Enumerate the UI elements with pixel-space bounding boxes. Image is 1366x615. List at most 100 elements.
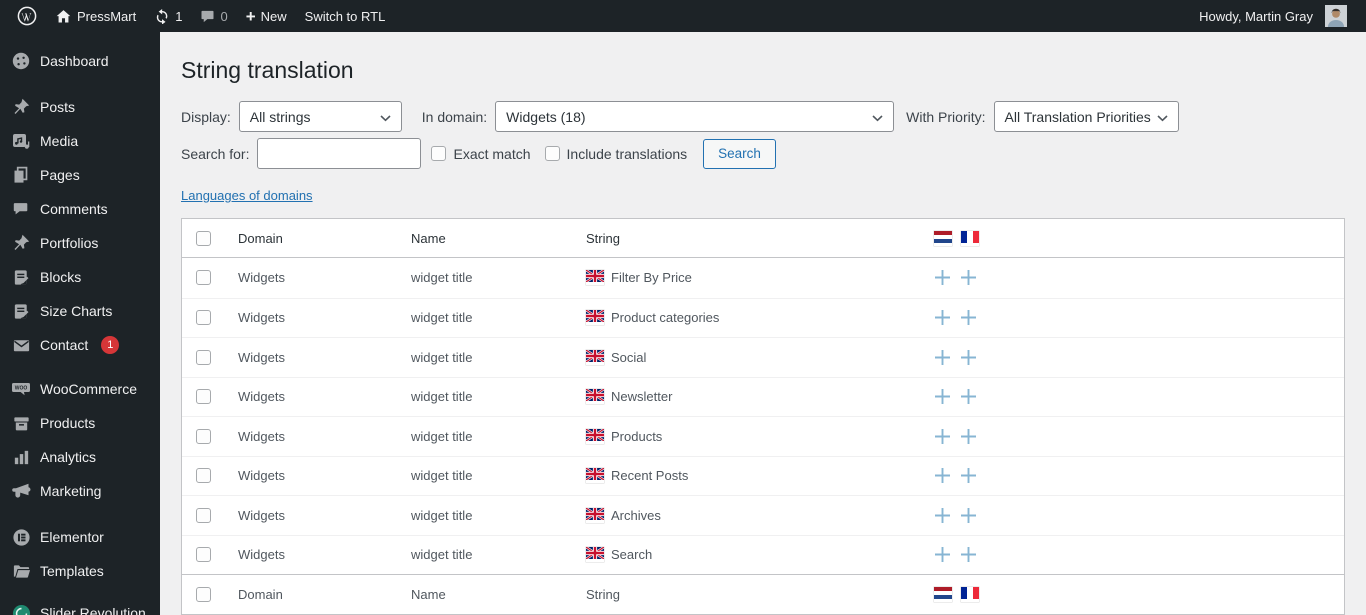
sidebar-item-contact[interactable]: Contact 1 [0,328,160,362]
select-all-checkbox-bottom[interactable] [196,587,211,602]
sidebar-item-marketing[interactable]: Marketing [0,474,160,508]
languages-of-domains-link[interactable]: Languages of domains [181,188,313,203]
admin-sidebar: Dashboard Posts Media Pages Comments Por… [0,32,160,615]
add-nl-translation-button[interactable] [934,546,951,563]
sidebar-item-dashboard[interactable]: Dashboard [0,44,160,78]
row-checkbox[interactable] [196,349,211,365]
add-fr-translation-button[interactable] [960,546,977,563]
add-nl-translation-button[interactable] [934,269,951,286]
add-nl-translation-button[interactable] [934,309,951,326]
netherlands-flag-icon [934,231,952,246]
add-fr-translation-button[interactable] [960,428,977,445]
chevron-down-icon [872,109,883,125]
wordpress-logo-menu[interactable] [8,0,46,32]
uk-flag-icon [586,547,604,562]
sidebar-item-elementor[interactable]: Elementor [0,520,160,554]
add-fr-translation-button[interactable] [960,388,977,405]
sidebar-item-posts[interactable]: Posts [0,90,160,124]
sidebar-item-label: WooCommerce [40,381,137,397]
filter-row-1: Display: All strings In domain: Widgets … [181,101,1345,132]
add-fr-translation-button[interactable] [960,309,977,326]
with-priority-select-value: All Translation Priorities [1004,108,1151,125]
search-input[interactable] [257,138,422,169]
row-checkbox[interactable] [196,389,211,405]
comment-bubble-icon [11,199,31,219]
in-domain-select[interactable]: Widgets (18) [495,101,895,132]
page-title: String translation [181,57,354,83]
in-domain-select-value: Widgets (18) [506,108,586,125]
exact-match-label: Exact match [453,145,531,162]
site-name-link[interactable]: PressMart [46,0,145,32]
row-checkbox[interactable] [196,270,211,286]
table-row: Widgets widget title Newsletter [182,376,1344,417]
add-nl-translation-button[interactable] [934,428,951,445]
new-content-menu[interactable]: + New [237,0,296,32]
comments-link[interactable]: 0 [191,0,236,32]
table-row: Widgets widget title Recent Posts [182,455,1344,496]
row-checkbox[interactable] [196,468,211,484]
include-translations-checkbox[interactable] [544,146,560,161]
my-account-menu[interactable]: Howdy, Martin Gray [1190,0,1356,32]
cell-name: widget title [411,270,473,286]
cell-domain: Widgets [238,349,285,365]
add-fr-translation-button[interactable] [960,269,977,286]
add-nl-translation-button[interactable] [934,349,951,366]
cell-string-text: Search [611,547,653,563]
display-select[interactable]: All strings [238,101,402,132]
sidebar-item-portfolios[interactable]: Portfolios [0,226,160,260]
contact-badge: 1 [101,336,120,354]
sidebar-item-label: Dashboard [40,53,109,69]
sidebar-item-templates[interactable]: Templates [0,554,160,588]
cell-name: widget title [411,507,473,523]
sidebar-item-comments[interactable]: Comments [0,192,160,226]
switch-to-rtl-link[interactable]: Switch to RTL [296,0,395,32]
column-header-string: String [586,230,620,246]
row-checkbox[interactable] [196,428,211,444]
elementor-icon [11,527,31,547]
uk-flag-icon [586,508,604,523]
add-fr-translation-button[interactable] [960,349,977,366]
row-checkbox[interactable] [196,507,211,523]
cell-domain: Widgets [238,468,285,484]
row-checkbox[interactable] [196,547,211,563]
document-icon [11,267,31,287]
sidebar-item-media[interactable]: Media [0,124,160,158]
uk-flag-icon [586,468,604,483]
sidebar-item-size-charts[interactable]: Size Charts [0,294,160,328]
cell-string-text: Recent Posts [611,468,689,484]
sidebar-item-analytics[interactable]: Analytics [0,440,160,474]
woocommerce-icon [11,379,31,399]
add-fr-translation-button[interactable] [960,467,977,484]
with-priority-select[interactable]: All Translation Priorities [993,101,1179,132]
cell-name: widget title [411,389,473,405]
table-row: Widgets widget title Products [182,416,1344,456]
add-nl-translation-button[interactable] [934,467,951,484]
exact-match-checkbox[interactable] [431,146,447,161]
sidebar-item-label: Blocks [40,269,82,285]
sidebar-item-blocks[interactable]: Blocks [0,260,160,294]
uk-flag-icon [586,350,604,365]
uk-flag-icon [586,389,604,404]
sidebar-item-products[interactable]: Products [0,406,160,440]
add-nl-translation-button[interactable] [934,507,951,524]
in-domain-label: In domain: [421,108,488,125]
plus-icon: + [245,6,256,26]
row-checkbox[interactable] [196,310,211,326]
comment-bubble-icon [200,9,215,24]
updates-link[interactable]: 1 [145,0,191,32]
sidebar-item-slider-revolution[interactable]: Slider Revolution [0,596,160,615]
media-icon [11,131,31,151]
select-all-checkbox-top[interactable] [196,230,211,246]
add-fr-translation-button[interactable] [960,507,977,524]
search-button[interactable]: Search [703,138,776,169]
sidebar-item-woocommerce[interactable]: WooCommerce [0,372,160,406]
dashboard-icon [11,51,31,71]
archive-box-icon [11,413,31,433]
sidebar-item-label: Products [40,415,96,431]
sidebar-item-label: Size Charts [40,303,113,319]
add-nl-translation-button[interactable] [934,388,951,405]
sidebar-item-pages[interactable]: Pages [0,158,160,192]
pushpin-icon [11,233,31,253]
sidebar-item-label: Analytics [40,449,97,465]
table-header-row: Domain Name String [182,219,1344,258]
